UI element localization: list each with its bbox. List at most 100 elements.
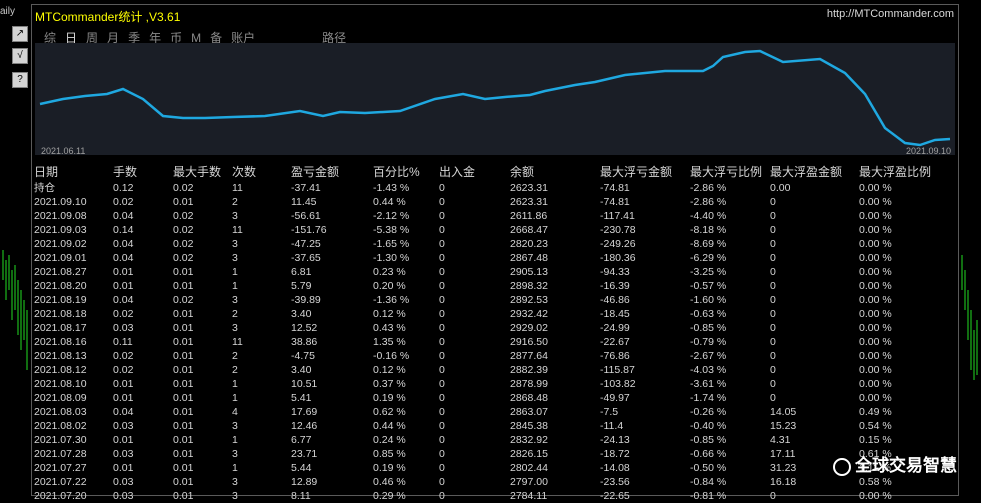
table-cell: -6.29 %	[690, 252, 727, 264]
table-cell: 2021.09.02	[34, 238, 87, 250]
table-cell: 0.46 %	[373, 476, 406, 488]
table-row: 2021.08.12 0.02 0.01 2 3.40 0.12 % 0 2882.39 -11…	[34, 363, 931, 377]
table-cell: 0.01	[173, 378, 194, 390]
column-header-0: 日期	[34, 165, 59, 179]
table-cell: 0.00 %	[859, 336, 892, 348]
table-cell: 0.03	[113, 448, 134, 460]
table-cell: -46.86	[600, 294, 630, 306]
table-cell: -0.84 %	[690, 476, 727, 488]
window-titlebar[interactable]: MTCommander统计 ,V3.61 http://MTCommander.…	[32, 5, 958, 25]
table-cell: 0.58 %	[859, 476, 892, 488]
chart-start-date: 2021.06.11	[41, 146, 86, 156]
table-cell: 12.52	[291, 322, 318, 334]
table-cell: 3	[232, 322, 238, 334]
table-cell: 2892.53	[510, 294, 548, 306]
table-cell: 0.01	[173, 364, 194, 376]
table-cell: -0.50 %	[690, 462, 727, 474]
table-cell: 2021.08.10	[34, 378, 87, 390]
table-cell: 0.02	[113, 350, 134, 362]
column-header-10: 最大浮盈金额	[770, 165, 843, 179]
table-cell: 3	[232, 252, 238, 264]
table-cell: 2916.50	[510, 336, 548, 348]
table-cell: 0	[770, 266, 776, 278]
table-row: 2021.08.27 0.01 0.01 1 6.81 0.23 % 0 2905.13 -94…	[34, 265, 931, 279]
table-cell: 0.01	[173, 462, 194, 474]
table-cell: 0.01	[173, 448, 194, 460]
table-cell: 2021.08.16	[34, 336, 87, 348]
table-cell: 2021.07.28	[34, 448, 87, 460]
table-cell: 10.51	[291, 378, 318, 390]
table-cell: 2021.08.03	[34, 406, 87, 418]
table-row: 2021.08.13 0.02 0.01 2 -4.75 -0.16 % 0 2877.64 -…	[34, 349, 931, 363]
table-cell: 2623.31	[510, 181, 548, 194]
website-link[interactable]: http://MTCommander.com	[827, 8, 954, 20]
table-cell: 2863.07	[510, 406, 548, 418]
table-cell: 11.45	[291, 196, 317, 208]
table-cell: 3	[232, 210, 238, 222]
table-cell: -74.81	[600, 196, 630, 208]
table-cell: 0	[770, 280, 776, 292]
table-cell: 0	[439, 448, 445, 460]
table-cell: 2905.13	[510, 266, 548, 278]
table-cell: 2929.02	[510, 322, 548, 334]
table-cell: -1.60 %	[690, 294, 727, 306]
table-cell: 0.00 %	[859, 181, 892, 194]
table-cell: -0.85 %	[690, 322, 727, 334]
column-header-4: 盈亏金额	[291, 165, 340, 179]
table-cell: 0.44 %	[373, 420, 406, 432]
table-cell: -18.72	[600, 448, 630, 460]
table-cell: 5.79	[291, 280, 312, 292]
column-header-7: 余额	[510, 165, 535, 179]
table-cell: 1	[232, 462, 238, 474]
table-cell: 0	[439, 420, 445, 432]
table-cell: 0.00 %	[859, 378, 892, 390]
table-cell: -115.87	[600, 364, 635, 376]
arrow-tool-button[interactable]: ↗	[12, 26, 28, 42]
table-cell: 0.02	[173, 294, 194, 306]
table-cell: -230.78	[600, 224, 636, 236]
table-cell: 0.00 %	[859, 490, 892, 502]
table-cell: 0.49 %	[859, 406, 892, 418]
table-row: 2021.08.03 0.04 0.01 4 17.69 0.62 % 0 2863.07 -7…	[34, 405, 931, 419]
table-cell: 17.69	[291, 406, 318, 418]
table-cell: -0.85 %	[690, 434, 727, 446]
table-cell: -23.56	[600, 476, 630, 488]
table-cell: 2832.92	[510, 434, 548, 446]
table-cell: 0.01	[113, 378, 134, 390]
table-cell: -14.08	[600, 462, 630, 474]
table-cell: -22.65	[600, 490, 630, 502]
column-header-3: 次数	[232, 165, 257, 179]
table-cell: 0	[770, 378, 776, 390]
table-cell: -0.81 %	[690, 490, 727, 502]
table-cell: 0.01	[113, 266, 134, 278]
table-cell: 0.02	[113, 196, 134, 208]
table-cell: 0	[770, 238, 776, 250]
table-cell: 0.00 %	[859, 364, 892, 376]
table-row: 2021.08.02 0.03 0.01 3 12.46 0.44 % 0 2845.38 -1…	[34, 419, 931, 433]
table-cell: 1	[232, 280, 238, 292]
table-cell: 0.29 %	[373, 490, 406, 502]
table-cell: 5.44	[291, 462, 312, 474]
column-header-1: 手数	[113, 165, 138, 179]
table-row: 2021.08.10 0.01 0.01 1 10.51 0.37 % 0 2878.99 -1…	[34, 377, 931, 391]
table-cell: 2	[232, 350, 238, 362]
table-cell: 0.00 %	[859, 280, 892, 292]
table-cell: 0.00 %	[859, 266, 892, 278]
table-cell: -49.97	[600, 392, 630, 404]
table-cell: 0.01	[173, 308, 194, 320]
table-cell: 16.18	[770, 476, 797, 488]
table-cell: 2	[232, 364, 238, 376]
table-cell: -0.26 %	[690, 406, 727, 418]
check-tool-button[interactable]: √	[12, 48, 28, 64]
table-cell: -0.66 %	[690, 448, 727, 460]
column-header-9: 最大浮亏比例	[690, 165, 763, 179]
table-cell: 0.01	[173, 196, 194, 208]
help-tool-button[interactable]: ?	[12, 72, 28, 88]
table-cell: 14.05	[770, 406, 797, 418]
table-cell: 0.01	[173, 476, 194, 488]
table-row: 2021.07.28 0.03 0.01 3 23.71 0.85 % 0 2826.15 -1…	[34, 447, 931, 461]
table-cell: -4.40 %	[690, 210, 727, 222]
table-cell: -8.69 %	[690, 238, 727, 250]
table-cell: -11.4	[600, 420, 624, 432]
table-cell: 3	[232, 238, 238, 250]
